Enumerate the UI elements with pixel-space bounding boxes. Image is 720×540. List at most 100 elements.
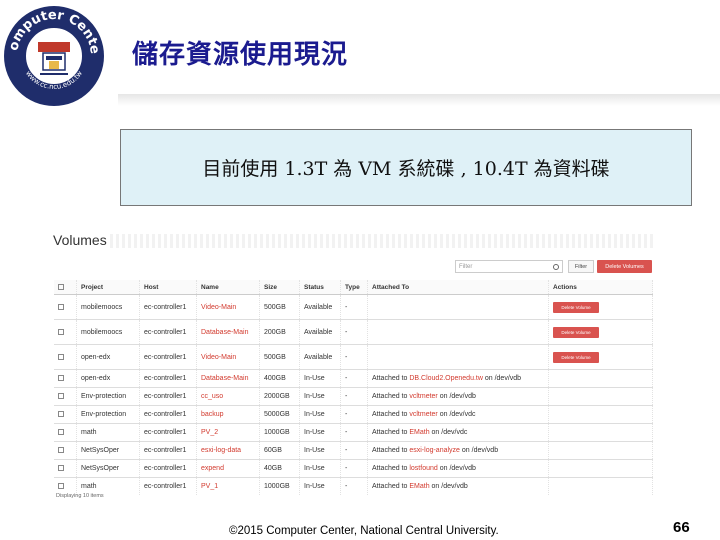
row-checkbox[interactable] bbox=[58, 303, 64, 310]
type-cell: - bbox=[340, 405, 368, 424]
attached-prefix: Attached to bbox=[372, 393, 410, 400]
attached-device: on /dev/vdb bbox=[482, 375, 522, 382]
status-cell: In-Use bbox=[299, 405, 341, 424]
attached-device: on /dev/vdb bbox=[437, 465, 476, 472]
table-row: mobilemoocs ec-controller1 Database-Main 20… bbox=[54, 319, 653, 345]
attached-instance-link[interactable]: vcltmeter bbox=[409, 411, 437, 418]
row-select-cell bbox=[54, 344, 77, 370]
row-select-cell bbox=[54, 405, 77, 424]
status-cell: In-Use bbox=[299, 441, 341, 460]
select-all-cell bbox=[54, 280, 77, 295]
status-cell: In-Use bbox=[299, 477, 341, 495]
volume-name-link[interactable]: Database-Main bbox=[196, 369, 260, 388]
attached-prefix: Attached to bbox=[372, 465, 410, 472]
type-cell: - bbox=[340, 319, 368, 345]
column-header-status[interactable]: Status bbox=[299, 280, 341, 295]
row-checkbox[interactable] bbox=[58, 328, 64, 335]
row-checkbox[interactable] bbox=[58, 465, 64, 472]
actions-cell: Delete Volume bbox=[548, 344, 653, 370]
volume-name-link[interactable]: PV_2 bbox=[196, 423, 260, 442]
delete-volume-button[interactable]: Delete Volume bbox=[553, 351, 599, 363]
delete-volume-button[interactable]: Delete Volume bbox=[553, 301, 599, 313]
table-row: open-edx ec-controller1 Database-Main 400GB… bbox=[54, 369, 653, 388]
attached-instance-link[interactable]: esxi-log-analyze bbox=[409, 447, 460, 454]
attached-prefix: Attached to bbox=[372, 411, 410, 418]
items-count: Displaying 10 items bbox=[56, 493, 104, 499]
row-select-cell bbox=[54, 423, 77, 442]
host-cell: ec-controller1 bbox=[139, 319, 197, 345]
volume-name-link[interactable]: expend bbox=[196, 459, 260, 478]
project-cell: open-edx bbox=[76, 369, 140, 388]
project-cell: NetSysOper bbox=[76, 441, 140, 460]
row-checkbox[interactable] bbox=[58, 353, 64, 360]
row-checkbox[interactable] bbox=[58, 447, 64, 454]
attached-instance-link[interactable]: lostfound bbox=[409, 465, 437, 472]
filter-input[interactable]: Filter bbox=[455, 260, 563, 273]
actions-cell bbox=[548, 369, 653, 388]
volumes-heading: Volumes bbox=[53, 232, 107, 248]
project-cell: mobilemoocs bbox=[76, 319, 140, 345]
volume-name-link[interactable]: cc_uso bbox=[196, 387, 260, 406]
host-cell: ec-controller1 bbox=[139, 441, 197, 460]
actions-cell bbox=[548, 477, 653, 495]
volume-name-link[interactable]: PV_1 bbox=[196, 477, 260, 495]
actions-cell bbox=[548, 387, 653, 406]
delete-volumes-button[interactable]: Delete Volumes bbox=[597, 260, 652, 273]
select-all-checkbox[interactable] bbox=[58, 283, 64, 290]
volume-name-link[interactable]: Video-Main bbox=[196, 344, 260, 370]
column-header-project[interactable]: Project bbox=[76, 280, 140, 295]
status-cell: Available bbox=[299, 294, 341, 320]
host-cell: ec-controller1 bbox=[139, 344, 197, 370]
type-cell: - bbox=[340, 423, 368, 442]
attached-prefix: Attached to bbox=[372, 483, 410, 490]
attached-instance-link[interactable]: EMath bbox=[409, 429, 429, 436]
column-header-name[interactable]: Name bbox=[196, 280, 260, 295]
table-row: Env-protection ec-controller1 backup 5000GB… bbox=[54, 405, 653, 424]
host-cell: ec-controller1 bbox=[139, 369, 197, 388]
attached-instance-link[interactable]: EMath bbox=[409, 483, 429, 490]
volume-name-link[interactable]: Database-Main bbox=[196, 319, 260, 345]
type-cell: - bbox=[340, 369, 368, 388]
attached-instance-link[interactable]: DB.Cloud2.Openedu.tw bbox=[409, 375, 483, 382]
project-cell: NetSysOper bbox=[76, 459, 140, 478]
column-header-actions: Actions bbox=[548, 280, 653, 295]
project-cell: Env-protection bbox=[76, 387, 140, 406]
attached-to-cell bbox=[367, 319, 549, 345]
attached-to-cell: Attached to EMath on /dev/vdc bbox=[367, 423, 549, 442]
row-checkbox[interactable] bbox=[58, 429, 64, 436]
delete-volume-button[interactable]: Delete Volume bbox=[553, 326, 599, 338]
size-cell: 40GB bbox=[259, 459, 300, 478]
actions-cell: Delete Volume bbox=[548, 319, 653, 345]
size-cell: 500GB bbox=[259, 344, 300, 370]
attached-to-cell bbox=[367, 344, 549, 370]
host-cell: ec-controller1 bbox=[139, 405, 197, 424]
attached-instance-link[interactable]: vcltmeter bbox=[409, 393, 437, 400]
project-cell: mobilemoocs bbox=[76, 294, 140, 320]
column-header-attached-to[interactable]: Attached To bbox=[367, 280, 549, 295]
table-row: NetSysOper ec-controller1 esxi-log-data 60G… bbox=[54, 441, 653, 460]
actions-cell bbox=[548, 459, 653, 478]
row-checkbox[interactable] bbox=[58, 393, 64, 400]
heading-background bbox=[110, 234, 655, 248]
volume-name-link[interactable]: Video-Main bbox=[196, 294, 260, 320]
table-row: Env-protection ec-controller1 cc_uso 2000GB… bbox=[54, 387, 653, 406]
column-header-host[interactable]: Host bbox=[139, 280, 197, 295]
slide-title: 儲存資源使用現況 bbox=[132, 40, 349, 70]
host-cell: ec-controller1 bbox=[139, 459, 197, 478]
volume-name-link[interactable]: esxi-log-data bbox=[196, 441, 260, 460]
attached-to-cell: Attached to lostfound on /dev/vdb bbox=[367, 459, 549, 478]
volume-name-link[interactable]: backup bbox=[196, 405, 260, 424]
filter-button[interactable]: Filter bbox=[568, 260, 594, 273]
row-checkbox[interactable] bbox=[58, 483, 64, 490]
table-row: math ec-controller1 PV_2 1000GB In-Use - Attac… bbox=[54, 423, 653, 442]
type-cell: - bbox=[340, 387, 368, 406]
host-cell: ec-controller1 bbox=[139, 387, 197, 406]
column-header-size[interactable]: Size bbox=[259, 280, 300, 295]
footer-copyright: ©2015 Computer Center, National Central … bbox=[229, 525, 499, 537]
attached-to-cell: Attached to DB.Cloud2.Openedu.tw on /dev… bbox=[367, 369, 549, 388]
row-checkbox[interactable] bbox=[58, 375, 64, 382]
column-header-type[interactable]: Type bbox=[340, 280, 368, 295]
row-checkbox[interactable] bbox=[58, 411, 64, 418]
attached-device: on /dev/vdb bbox=[459, 447, 499, 454]
row-select-cell bbox=[54, 294, 77, 320]
